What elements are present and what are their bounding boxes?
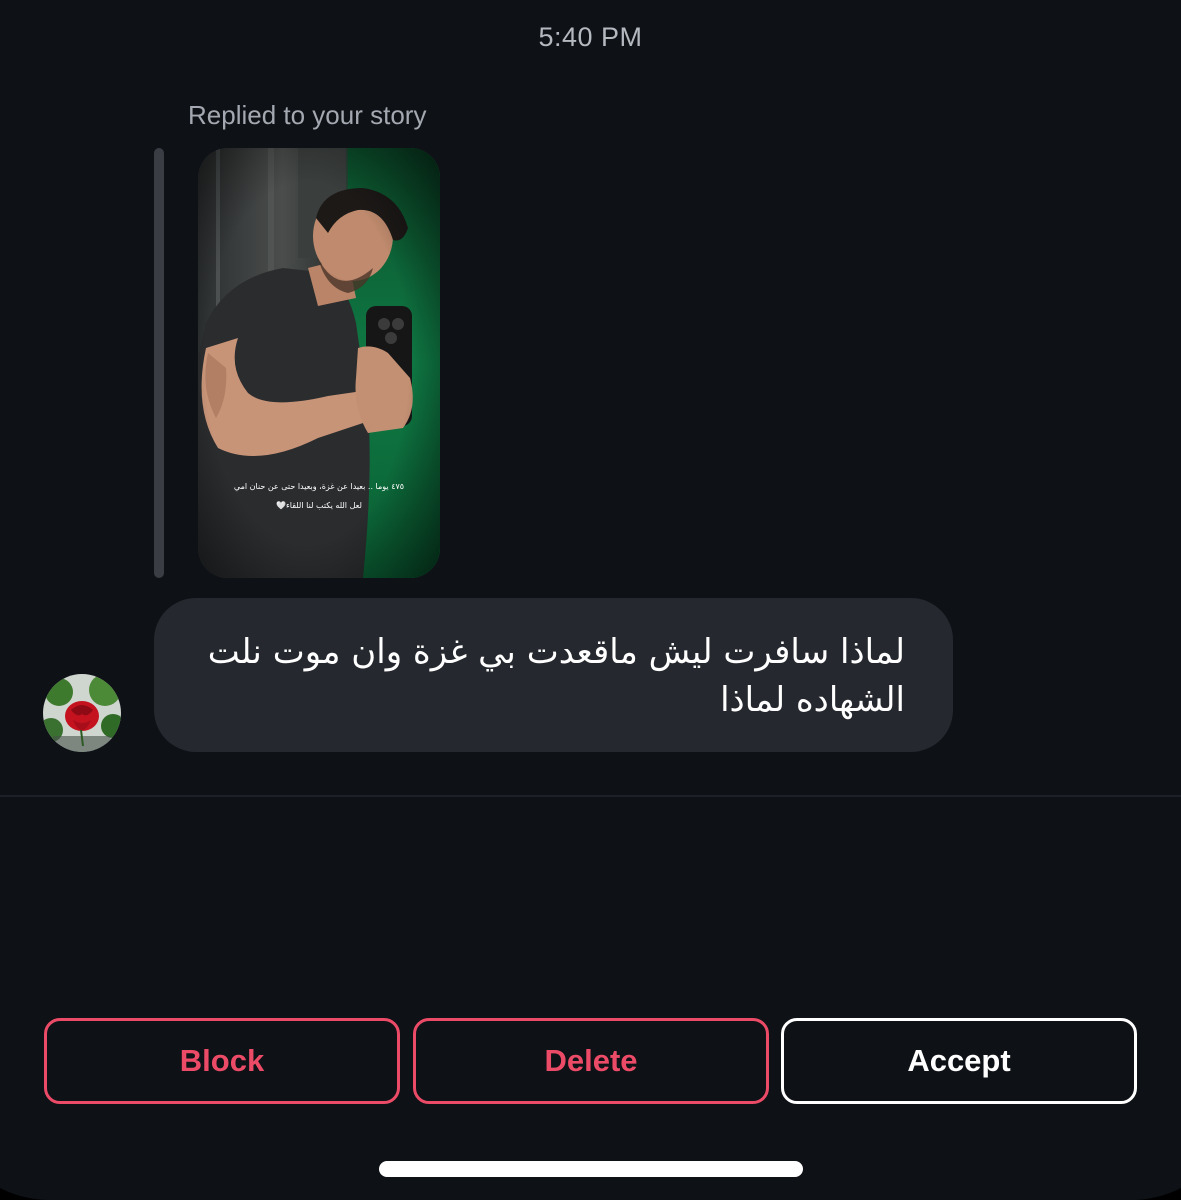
message-text-line1: لماذا سافرت ليش ماقعدت بي غزة وان موت نل… — [207, 632, 905, 672]
reply-indicator-bar — [154, 148, 164, 578]
rose-avatar-icon — [43, 674, 121, 752]
message-bubble[interactable]: لماذا سافرت ليش ماقعدت بي غزة وان موت نل… — [154, 598, 953, 752]
message-request-screen: 5:40 PM Replied to your story ٤٧٥ يوما .… — [0, 0, 1181, 1200]
accept-button[interactable]: Accept — [781, 1018, 1137, 1104]
block-button[interactable]: Block — [44, 1018, 400, 1104]
message-text-line2: الشهاده لماذا — [720, 680, 905, 720]
story-thumbnail[interactable]: ٤٧٥ يوما .. بعيدا عن غزة، وبعيدا حتى عن … — [198, 148, 440, 578]
message-timestamp: 5:40 PM — [538, 22, 643, 52]
story-caption-line1: ٤٧٥ يوما .. بعيدا عن غزة، وبعيدا حتى عن … — [233, 482, 405, 491]
story-photo — [198, 148, 440, 578]
delete-button[interactable]: Delete — [413, 1018, 769, 1104]
story-caption-line2: لعل الله يكتب لنا اللقاء🤍 — [276, 501, 362, 510]
sender-avatar[interactable] — [43, 674, 121, 752]
story-reply-label: Replied to your story — [188, 100, 427, 130]
home-indicator[interactable] — [379, 1161, 803, 1177]
section-divider — [0, 795, 1181, 797]
